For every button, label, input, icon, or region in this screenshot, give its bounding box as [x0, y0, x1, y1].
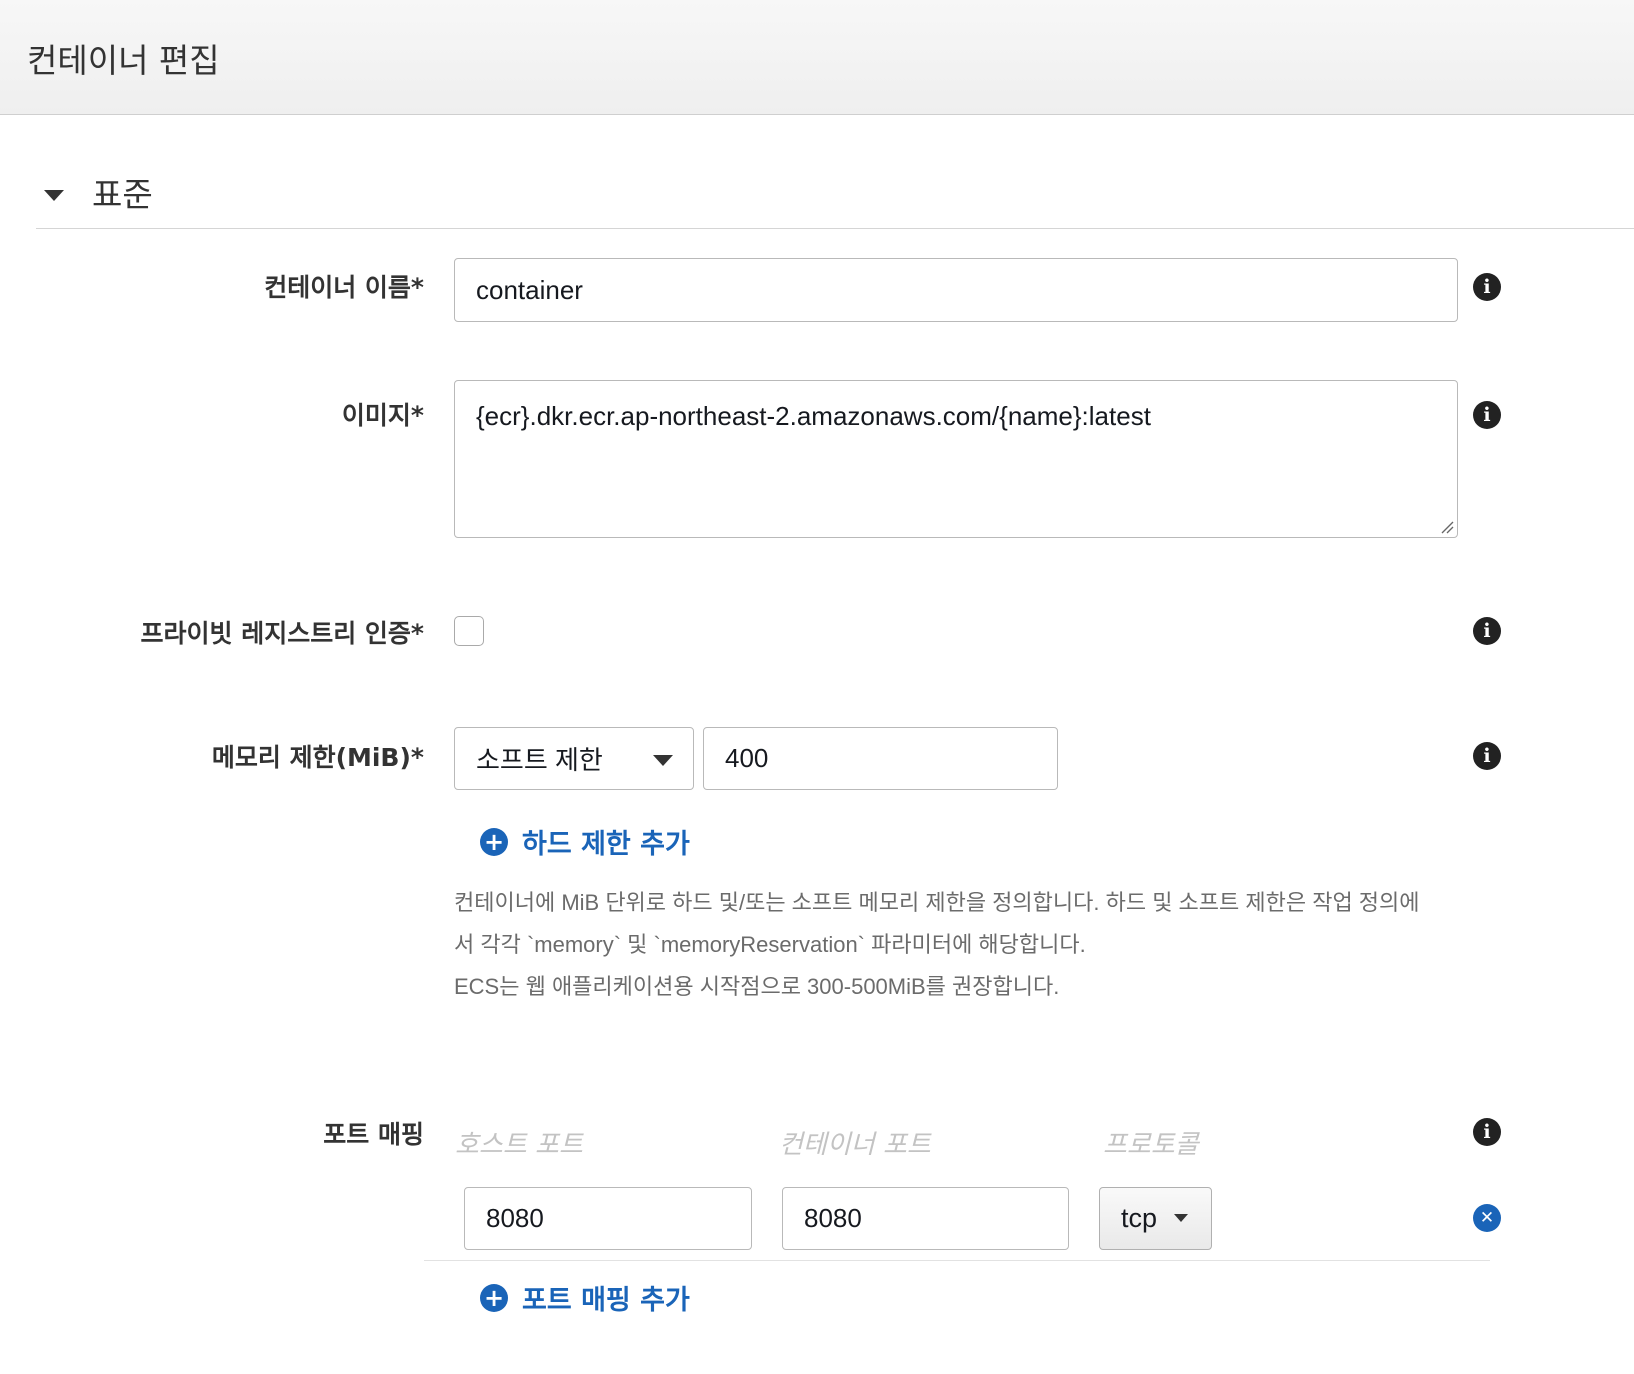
info-icon[interactable]: i — [1473, 1118, 1501, 1146]
remove-port-mapping-icon[interactable]: ✕ — [1473, 1204, 1501, 1232]
memory-help-text: 컨테이너에 MiB 단위로 하드 및/또는 소프트 메모리 제한을 정의합니다.… — [454, 882, 1464, 1008]
add-port-mapping-label: 포트 매핑 추가 — [522, 1285, 690, 1316]
host-port-value: 8080 — [486, 1203, 544, 1233]
container-port-input[interactable]: 8080 — [782, 1187, 1069, 1250]
plus-circle-icon: + — [480, 827, 508, 856]
divider — [424, 1260, 1490, 1261]
port-mapping-label: 포트 매핑 — [323, 1120, 424, 1149]
resize-handle-icon[interactable] — [1440, 520, 1454, 534]
image-textarea[interactable]: {ecr}.dkr.ecr.ap-northeast-2.amazonaws.c… — [454, 380, 1458, 538]
private-registry-label: 프라이빗 레지스트리 인증* — [140, 619, 424, 648]
private-registry-checkbox[interactable] — [454, 616, 484, 646]
section-standard-toggle[interactable]: 표준 — [36, 160, 1634, 229]
image-label: 이미지* — [341, 401, 424, 430]
container-port-value: 8080 — [804, 1203, 862, 1233]
memory-limit-label: 메모리 제한(MiB)* — [211, 743, 424, 772]
memory-limit-value: 400 — [725, 743, 769, 773]
host-port-input[interactable]: 8080 — [464, 1187, 752, 1250]
protocol-select[interactable]: tcp — [1099, 1187, 1212, 1250]
page-title: 컨테이너 편집 — [27, 41, 220, 80]
container-port-column-header: 컨테이너 포트 — [779, 1130, 931, 1160]
info-icon[interactable]: i — [1473, 742, 1501, 770]
container-name-value: container — [476, 274, 583, 305]
modal-header: 컨테이너 편집 — [0, 0, 1634, 115]
memory-limit-type-select[interactable]: 소프트 제한 — [454, 727, 694, 790]
info-icon[interactable]: i — [1473, 401, 1501, 429]
host-port-column-header: 호스트 포트 — [455, 1130, 583, 1160]
add-hard-limit-link[interactable]: + 하드 제한 추가 — [480, 822, 690, 861]
container-name-label: 컨테이너 이름* — [264, 273, 424, 302]
help-line: 컨테이너에 MiB 단위로 하드 및/또는 소프트 메모리 제한을 정의합니다.… — [454, 890, 1420, 915]
plus-circle-icon: + — [480, 1283, 508, 1312]
caret-down-icon — [44, 190, 64, 201]
image-value: {ecr}.dkr.ecr.ap-northeast-2.amazonaws.c… — [476, 401, 1151, 431]
help-line: ECS는 웹 애플리케이션용 시작점으로 300-500MiB를 권장합니다. — [454, 974, 1060, 999]
add-hard-limit-label: 하드 제한 추가 — [522, 829, 690, 860]
container-name-input[interactable]: container — [454, 258, 1458, 322]
caret-down-icon — [1174, 1214, 1188, 1222]
section-title: 표준 — [92, 175, 153, 214]
protocol-value: tcp — [1121, 1203, 1158, 1233]
memory-limit-input[interactable]: 400 — [703, 727, 1058, 790]
memory-limit-type-value: 소프트 제한 — [476, 745, 603, 775]
help-line: 서 각각 `memory` 및 `memoryReservation` 파라미터… — [454, 932, 1086, 957]
info-icon[interactable]: i — [1473, 617, 1501, 645]
info-icon[interactable]: i — [1473, 273, 1501, 301]
caret-down-icon — [653, 755, 673, 766]
add-port-mapping-link[interactable]: + 포트 매핑 추가 — [480, 1278, 690, 1317]
protocol-column-header: 프로토콜 — [1103, 1130, 1199, 1160]
